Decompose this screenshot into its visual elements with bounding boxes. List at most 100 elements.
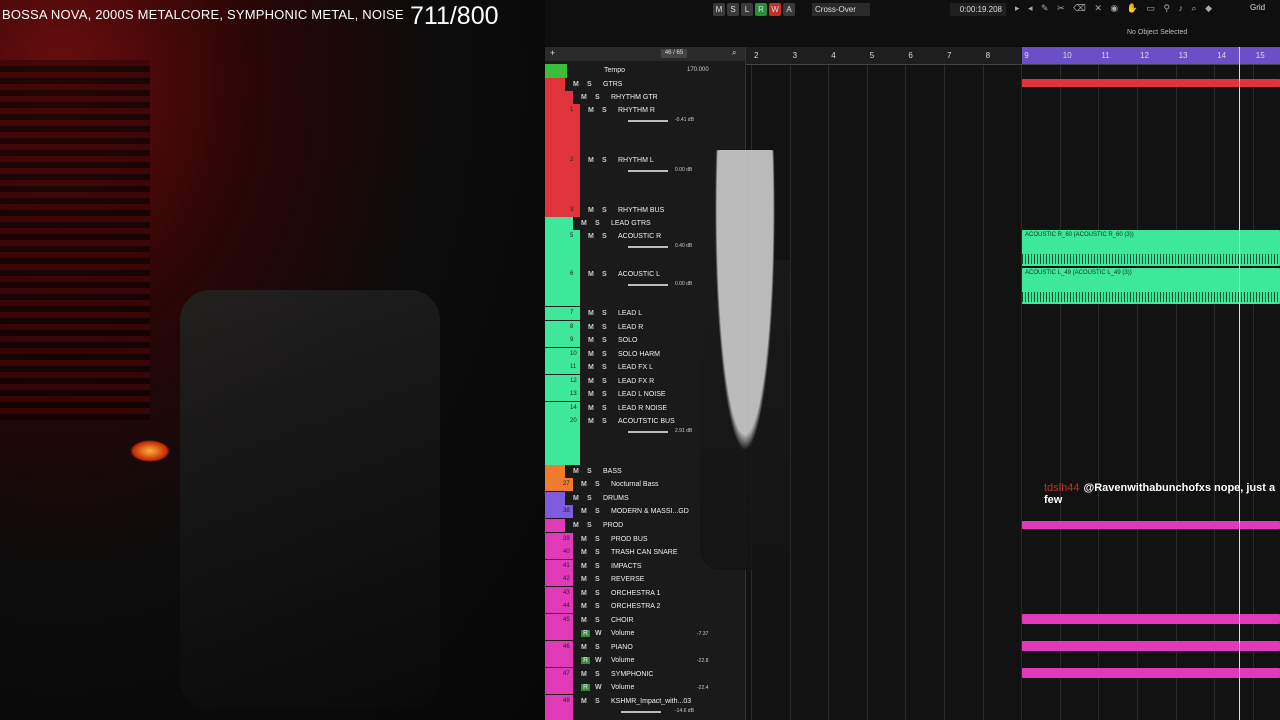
track-row[interactable]: 1 M S RHYTHM R -0.41 dB [545,104,745,154]
track-name[interactable]: PROD [603,522,623,529]
track-row[interactable]: 43 M S ORCHESTRA 1 [545,587,745,600]
mute-button[interactable]: M [588,233,594,240]
write-automation-button[interactable]: W [595,657,602,664]
grid-select[interactable]: Grid [1250,3,1265,12]
solo-button[interactable]: S [595,94,600,101]
mute-button[interactable]: M [588,157,594,164]
solo-button[interactable]: S [595,220,600,227]
solo-button[interactable]: S [595,576,600,583]
track-name[interactable]: REVERSE [611,576,644,583]
solo-button[interactable]: S [602,324,607,331]
track-name[interactable]: KSHMR_Impact_with...03 [611,698,691,705]
track-name[interactable]: Volume [611,684,634,691]
track-name[interactable]: RHYTHM R [618,107,655,114]
track-name[interactable]: CHOIR [611,617,634,624]
track-name[interactable]: ORCHESTRA 1 [611,590,660,597]
mute-button[interactable]: M [588,337,594,344]
track-name[interactable]: DRUMS [603,495,629,502]
mute-button[interactable]: M [573,522,579,529]
solo-button[interactable]: S [595,603,600,610]
mute-button[interactable]: M [581,617,587,624]
audio-part[interactable] [1022,614,1280,624]
solo-button[interactable]: S [602,364,607,371]
solo-button[interactable]: S [595,508,600,515]
automation-mode-button[interactable]: A [783,3,795,16]
solo-button[interactable]: S [602,391,607,398]
mute-button[interactable]: M [588,418,594,425]
loop-range[interactable] [1022,47,1280,64]
solo-button[interactable]: S [602,157,607,164]
track-name[interactable]: RHYTHM BUS [618,207,664,214]
mute-button[interactable]: M [581,603,587,610]
track-name[interactable]: LEAD R [618,324,643,331]
track-name[interactable]: TRASH CAN SNARE [611,549,678,556]
crossover-mode-select[interactable]: Cross-Over [812,3,870,16]
track-name[interactable]: ACOUTSTIC BUS [618,418,675,425]
mute-button[interactable]: M [588,271,594,278]
audio-part[interactable]: ACOUSTIC R_60 (ACOUSTIC R_60 (3)) [1022,230,1280,266]
volume-fader[interactable] [628,246,668,248]
solo-button[interactable]: S [602,405,607,412]
solo-button[interactable]: S [587,495,592,502]
solo-button[interactable]: S [602,378,607,385]
track-name[interactable]: ORCHESTRA 2 [611,603,660,610]
write-automation-button[interactable]: W [595,630,602,637]
write-automation-button[interactable]: W [595,684,602,691]
read-automation-button[interactable]: R [581,684,591,691]
search-icon[interactable]: ⌕ [732,48,736,58]
mute-button[interactable]: M [581,549,587,556]
mute-button[interactable]: M [581,481,587,488]
solo-button[interactable]: S [602,418,607,425]
solo-button[interactable]: S [587,81,592,88]
add-track-icon[interactable]: + [550,48,555,58]
track-name[interactable]: ACOUSTIC L [618,271,660,278]
track-name[interactable]: PROD BUS [611,536,648,543]
mute-button[interactable]: M [581,220,587,227]
solo-button[interactable]: S [602,337,607,344]
solo-button[interactable]: S [602,310,607,317]
mute-button[interactable]: M [588,405,594,412]
solo-button[interactable]: S [595,536,600,543]
read-automation-button[interactable]: R [581,630,591,637]
mute-all-button[interactable]: M [713,3,725,16]
solo-button[interactable]: S [595,549,600,556]
mute-button[interactable]: M [581,563,587,570]
mute-button[interactable]: M [588,364,594,371]
mute-button[interactable]: M [581,644,587,651]
solo-button[interactable]: S [595,617,600,624]
volume-fader[interactable] [628,120,668,122]
track-name[interactable]: ACOUSTIC R [618,233,661,240]
solo-button[interactable]: S [587,522,592,529]
mute-button[interactable]: M [573,468,579,475]
audio-part[interactable] [1022,668,1280,678]
mute-button[interactable]: M [588,378,594,385]
audio-part[interactable]: ACOUSTIC L_49 (ACOUSTIC L_49 (3)) [1022,268,1280,304]
track-name[interactable]: LEAD GTRS [611,220,651,227]
solo-all-button[interactable]: S [727,3,739,16]
track-row[interactable]: R W -7.37 Volume [545,627,745,640]
track-row[interactable]: 44 M S ORCHESTRA 2 [545,600,745,613]
tool-icons[interactable]: ▸ ◂ ✎ ✂ ⌫ ✕ ◉ ✋ ▭ ⚲ ♪ ⌕ ◆ [1015,3,1215,14]
track-name[interactable]: LEAD FX R [618,378,654,385]
solo-button[interactable]: S [595,563,600,570]
track-name[interactable]: MODERN & MASSI...GD [611,508,689,515]
track-name[interactable]: BASS [603,468,622,475]
track-name[interactable]: LEAD FX L [618,364,653,371]
tempo-value[interactable]: 170.000 [687,67,709,73]
automation-value[interactable]: -7.37 [697,631,708,637]
mute-button[interactable]: M [573,495,579,502]
track-name[interactable]: GTRS [603,81,622,88]
track-name[interactable]: LEAD L NOISE [618,391,666,398]
track-row[interactable]: 48 M S KSHMR_Impact_with...03 -14.6 dB [545,695,745,720]
mute-button[interactable]: M [581,536,587,543]
mute-button[interactable]: M [581,590,587,597]
automation-value[interactable]: -22.4 [697,685,708,691]
read-automation-button[interactable]: R [581,657,591,664]
volume-fader[interactable] [621,711,661,713]
mute-button[interactable]: M [588,107,594,114]
solo-button[interactable]: S [595,698,600,705]
track-name[interactable]: SOLO [618,337,637,344]
audio-part[interactable] [1022,641,1280,651]
track-row[interactable]: R W -22.4 Volume [545,681,745,694]
volume-fader[interactable] [628,170,668,172]
